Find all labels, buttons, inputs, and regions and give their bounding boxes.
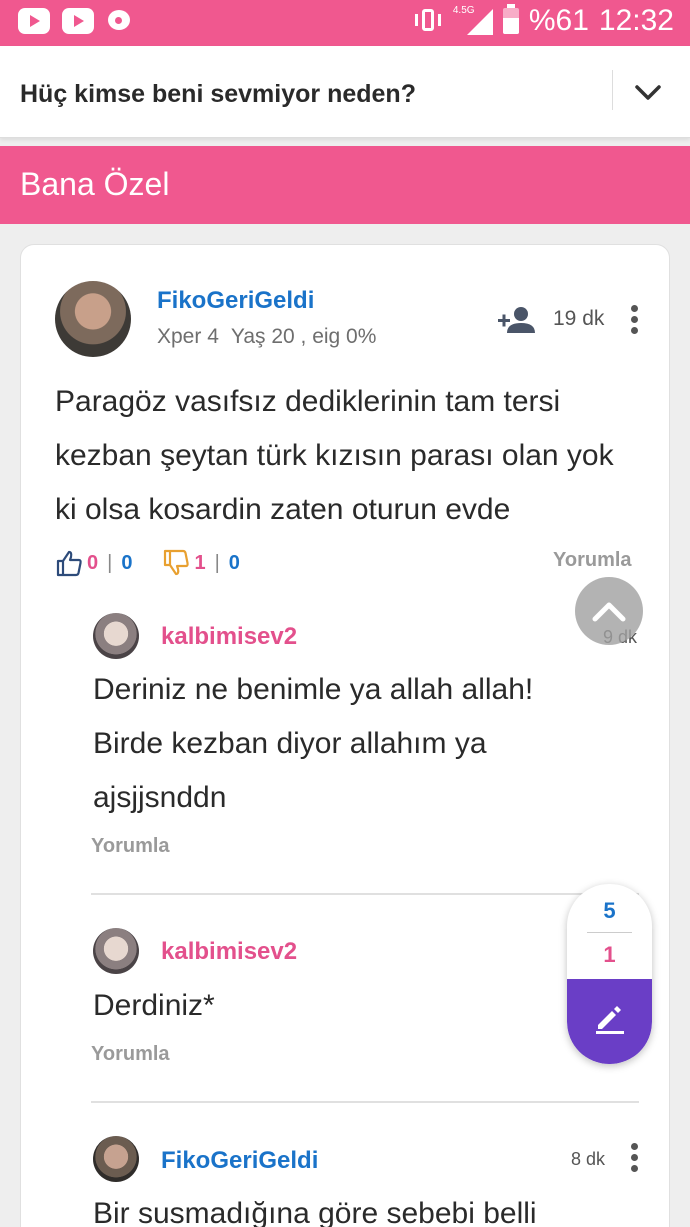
like-group[interactable]: 0 | 0 — [55, 549, 132, 577]
age-meta: Yaş 20 , eig 0% — [230, 325, 377, 348]
divider — [91, 893, 639, 895]
reply-username[interactable]: kalbimisev2 — [161, 938, 297, 966]
add-user-icon[interactable] — [497, 305, 535, 335]
user-meta: Xper 4 Yaş 20 , eig 0% — [157, 325, 376, 349]
dislike-count: 1 — [194, 551, 206, 574]
like-sub-count: 0 — [121, 551, 133, 574]
edit-icon — [596, 1006, 624, 1034]
thumb-up-icon[interactable] — [55, 549, 83, 577]
divider — [91, 1101, 639, 1103]
reply-time: 8 dk — [571, 1149, 606, 1169]
dislike-group[interactable]: 1 | 0 — [162, 549, 240, 577]
avatar[interactable] — [93, 613, 139, 659]
edit-button[interactable] — [567, 979, 652, 1064]
question-header: Hüç kimse beni sevmiyor neden? — [0, 46, 690, 138]
question-title[interactable]: Hüç kimse beni sevmiyor neden? — [20, 80, 416, 109]
comment-button[interactable]: Yorumla — [91, 835, 170, 858]
vote-bar: 0 | 0 1 | 0 — [55, 549, 240, 577]
reply-text: Bir susmadığına göre sebebi belli — [93, 1197, 537, 1227]
comment-button[interactable]: Yorumla — [553, 549, 632, 572]
xper-level: Xper 4 — [157, 325, 219, 348]
chat-icon — [106, 8, 134, 34]
reply-username[interactable]: FikoGeriGeldi — [161, 1147, 318, 1175]
youtube-icon — [18, 8, 50, 34]
comment-button[interactable]: Yorumla — [91, 1043, 170, 1066]
reply-text: Derdiniz* — [93, 989, 215, 1022]
youtube-icon — [62, 8, 94, 34]
avatar[interactable] — [93, 1136, 139, 1182]
avatar[interactable] — [93, 928, 139, 974]
post-text: Paragöz vasıfsız dediklerinin tam tersi … — [55, 385, 614, 526]
thumb-down-icon[interactable] — [162, 549, 190, 577]
reply-username[interactable]: kalbimisev2 — [161, 623, 297, 651]
new-count: 1 — [603, 942, 616, 967]
post-time: 19 dk — [553, 307, 605, 330]
dislike-sub-count: 0 — [228, 551, 240, 574]
like-count: 0 — [87, 551, 99, 574]
answer-card: FikoGeriGeldi Xper 4 Yaş 20 , eig 0% 19 d… — [20, 244, 670, 1227]
avatar[interactable] — [55, 281, 131, 357]
battery-percent: %61 — [528, 4, 589, 37]
divider — [612, 70, 613, 110]
more-vert-icon[interactable] — [631, 1143, 639, 1173]
chevron-up-icon — [592, 602, 626, 622]
scroll-top-button[interactable] — [575, 577, 643, 645]
reply-text: Deriniz ne benimle ya allah allah! Birde… — [93, 673, 534, 814]
battery-icon — [502, 4, 519, 34]
chevron-down-icon[interactable] — [634, 78, 662, 106]
system-icons: 4.5G %61 12:32 — [413, 4, 674, 38]
category-label[interactable]: Bana Özel — [20, 166, 169, 203]
notification-icons — [18, 8, 134, 34]
category-band: Bana Özel — [0, 146, 690, 224]
vibrate-icon — [413, 6, 443, 36]
clock: 12:32 — [598, 4, 674, 37]
post-username[interactable]: FikoGeriGeldi — [157, 287, 314, 315]
answer-count: 5 — [603, 898, 616, 923]
more-vert-icon[interactable] — [631, 305, 639, 335]
status-bar: 4.5G %61 12:32 — [0, 0, 690, 46]
signal-icon: 4.5G — [453, 5, 493, 37]
answer-fab[interactable]: 5 1 — [567, 884, 652, 1064]
